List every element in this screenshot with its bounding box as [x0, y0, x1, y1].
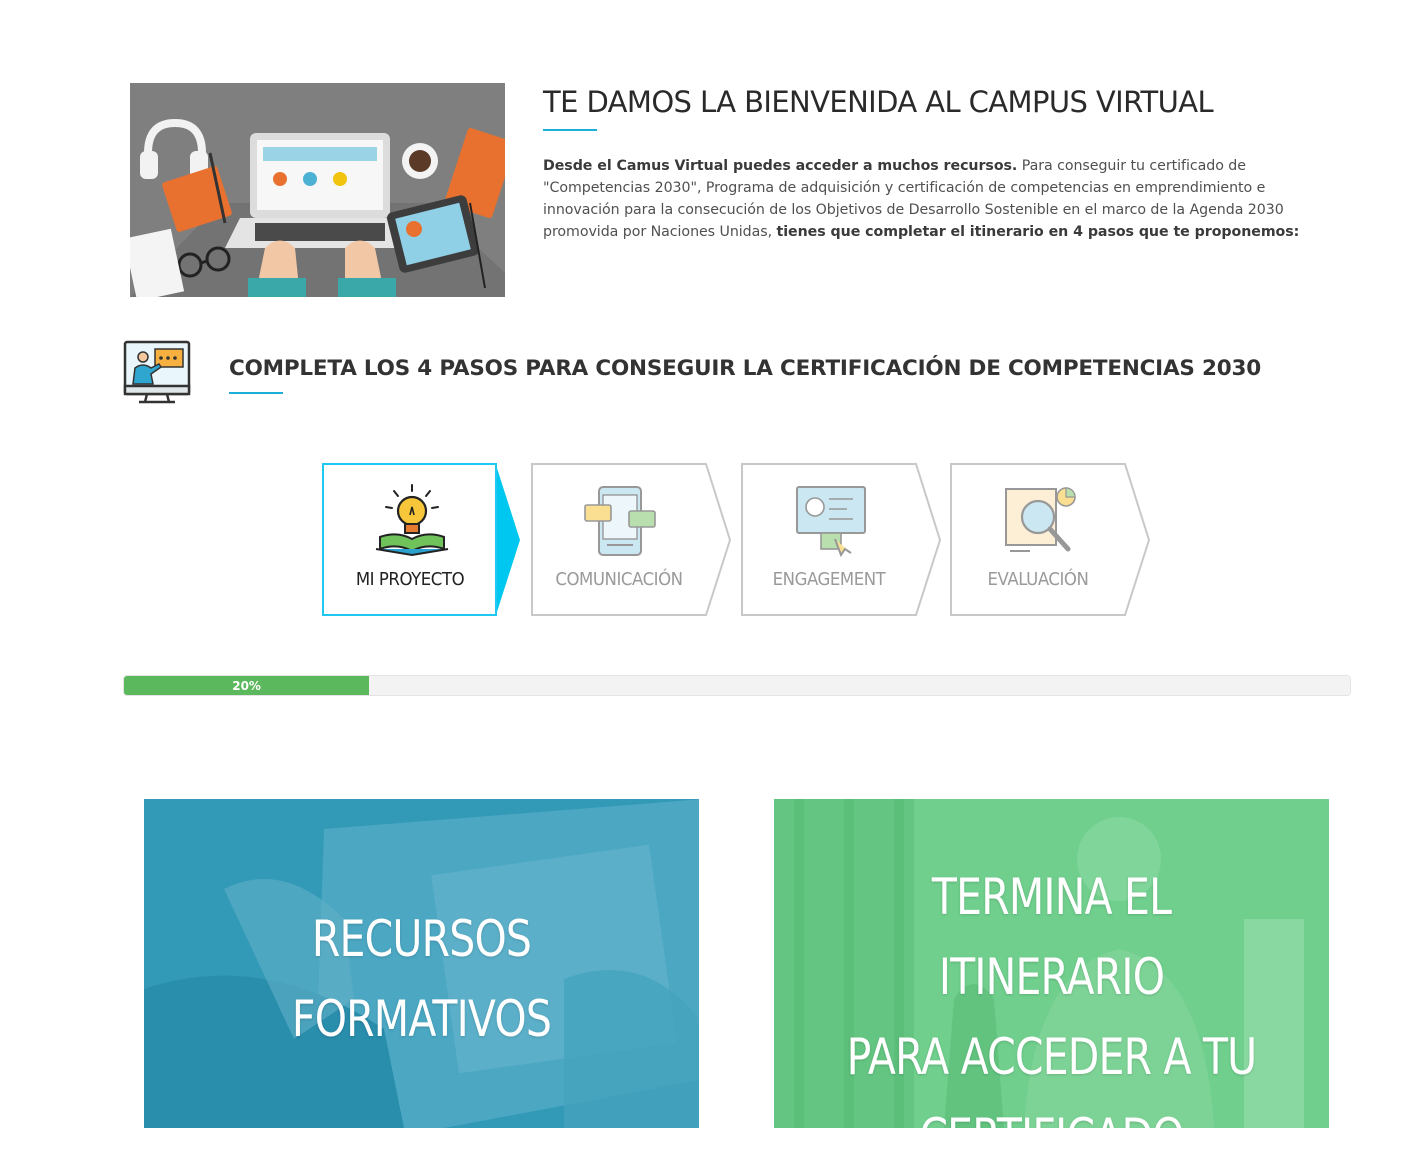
recursos-formativos-title: RECURSOS FORMATIVOS — [144, 899, 699, 1059]
step-comunicacion[interactable]: COMUNICACIÓN — [531, 463, 733, 617]
certificado-title: TERMINA EL ITINERARIO PARA ACCEDER A TU … — [774, 857, 1329, 1128]
step-label: EVALUACIÓN — [987, 569, 1089, 590]
lightbulb-book-icon — [372, 483, 452, 559]
welcome-intro-bold-end: tienes que completar el itinerario en 4 … — [776, 224, 1300, 240]
progress-bar-fill: 20% — [124, 676, 370, 695]
card-title-line: PARA ACCEDER A TU — [846, 1028, 1258, 1086]
certificado-card[interactable]: TERMINA EL ITINERARIO PARA ACCEDER A TU … — [774, 799, 1329, 1128]
step-evaluacion[interactable]: EVALUACIÓN — [950, 463, 1152, 617]
step-label: COMUNICACIÓN — [555, 569, 683, 590]
step-engagement[interactable]: ENGAGEMENT — [741, 463, 943, 617]
interactive-screen-icon — [791, 483, 871, 559]
steps-accent-line — [229, 392, 283, 394]
steps-title: COMPLETA LOS 4 PASOS PARA CONSEGUIR LA C… — [229, 356, 1262, 381]
steps-section-heading: COMPLETA LOS 4 PASOS PARA CONSEGUIR LA C… — [229, 355, 1329, 394]
magnifier-chart-icon — [1000, 483, 1080, 559]
card-title-line: TERMINA EL ITINERARIO — [931, 868, 1172, 1006]
recursos-formativos-card[interactable]: RECURSOS FORMATIVOS — [144, 799, 699, 1128]
step-label: MI PROYECTO — [355, 569, 465, 590]
step-label: ENGAGEMENT — [772, 569, 886, 590]
card-title-line: CERTIFICADO — [824, 1097, 1279, 1128]
mobile-chat-icon — [581, 483, 661, 559]
card-title-line: FORMATIVOS — [291, 990, 552, 1048]
welcome-section: TE DAMOS LA BIENVENIDA AL CAMPUS VIRTUAL… — [543, 84, 1343, 243]
campus-hero-illustration — [130, 83, 505, 297]
presentation-monitor-icon — [123, 340, 191, 406]
welcome-intro-bold: Desde el Camus Virtual puedes acceder a … — [543, 158, 1018, 174]
card-title-line: RECURSOS — [311, 910, 532, 968]
welcome-title: TE DAMOS LA BIENVENIDA AL CAMPUS VIRTUAL — [543, 85, 1214, 119]
progress-label: 20% — [232, 678, 261, 693]
progress-bar: 20% — [123, 675, 1351, 696]
title-accent-line — [543, 129, 597, 131]
step-mi-proyecto[interactable]: MI PROYECTO — [322, 463, 524, 617]
welcome-description: Desde el Camus Virtual puedes acceder a … — [543, 155, 1333, 243]
